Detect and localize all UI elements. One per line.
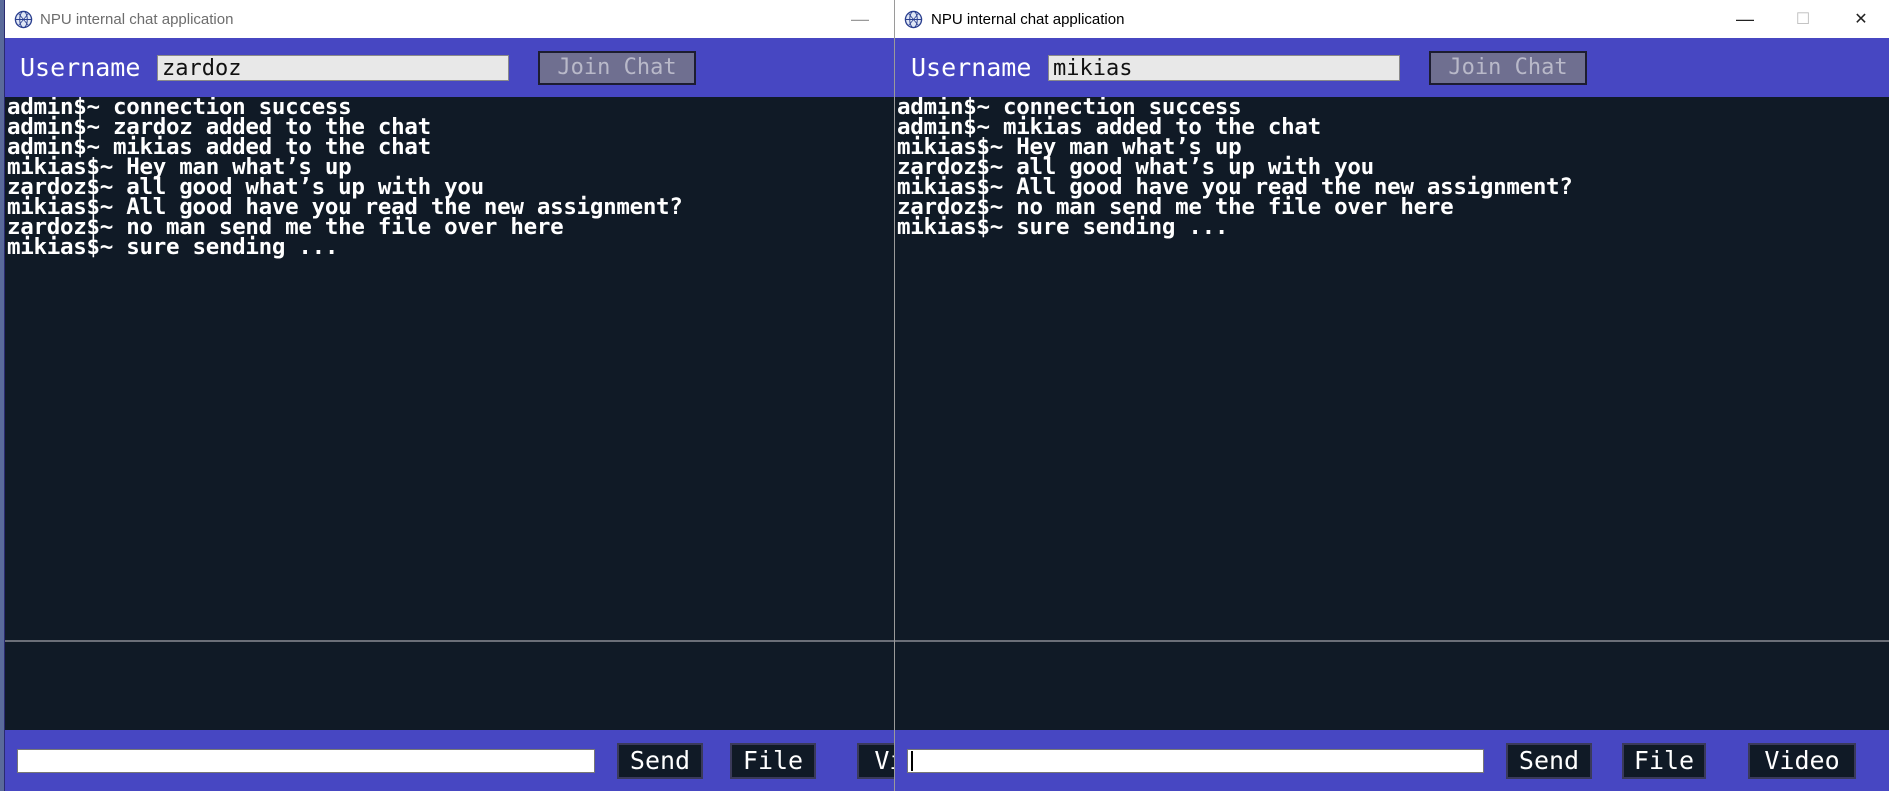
minimize-button[interactable]: — [831,0,889,38]
chat-log: admin$~ connection success admin$~ zardo… [5,97,896,640]
file-button[interactable]: File [1622,743,1706,779]
text-caret [911,751,913,771]
username-input[interactable] [1048,55,1400,81]
message-input[interactable] [17,749,595,773]
compose-area[interactable] [5,642,896,730]
chat-message: mikias$~ sure sending ... [897,214,1229,240]
join-chat-button[interactable]: Join Chat [538,51,696,85]
join-chat-button[interactable]: Join Chat [1429,51,1587,85]
video-button[interactable]: Video [1748,743,1856,779]
title-bar[interactable]: NPU internal chat application — [5,0,896,38]
minimize-button[interactable]: — [1716,0,1774,38]
compose-area[interactable] [895,642,1889,730]
window-title: NPU internal chat application [40,11,234,28]
chat-window-mikias: NPU internal chat application — ☐ ✕ User… [894,0,1889,791]
file-button[interactable]: File [730,743,816,779]
chat-message: mikias$~ sure sending ... [7,234,339,260]
title-bar[interactable]: NPU internal chat application — ☐ ✕ [895,0,1889,38]
username-label: Username [20,53,141,82]
message-input[interactable] [907,749,1484,773]
maximize-button[interactable]: ☐ [1774,0,1832,38]
username-input[interactable] [157,55,509,81]
npu-globe-icon [904,10,923,29]
username-label: Username [911,53,1032,82]
send-button[interactable]: Send [1506,743,1592,779]
close-button[interactable]: ✕ [1832,0,1889,38]
npu-globe-icon [14,10,33,29]
send-button[interactable]: Send [617,743,703,779]
video-button[interactable]: Video [857,743,896,779]
chat-log: admin$~ connection success admin$~ mikia… [895,97,1889,640]
chat-window-zardoz: NPU internal chat application — Username… [4,0,896,791]
window-title: NPU internal chat application [931,11,1125,28]
